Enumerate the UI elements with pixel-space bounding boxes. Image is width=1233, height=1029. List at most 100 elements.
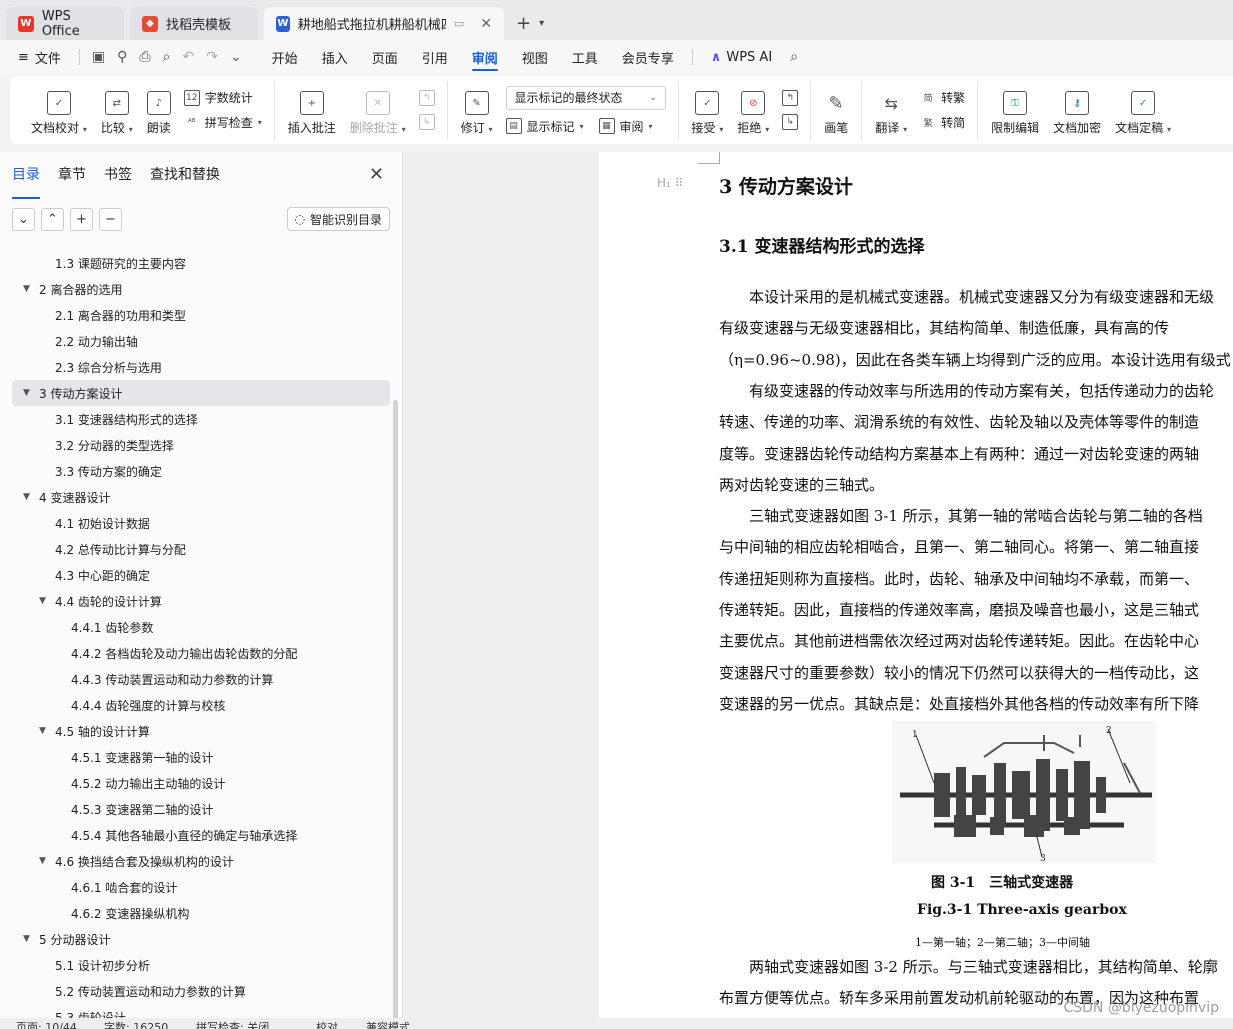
spell-check-status[interactable]: 拼写检查: 关闭 bbox=[196, 1019, 269, 1029]
expand-toggle-icon[interactable]: ▼ bbox=[39, 856, 46, 866]
print-icon[interactable]: ⎙ bbox=[133, 49, 156, 65]
toc-item[interactable]: 4.1 初始设计数据 bbox=[12, 510, 390, 536]
doc-check-button[interactable]: ✓ 文档校对 ▾ bbox=[24, 84, 94, 136]
track-changes-button[interactable]: ✎ 修订 ▾ bbox=[454, 84, 500, 136]
toc-item[interactable]: ▼ 5 分动器设计 bbox=[12, 926, 390, 952]
collapse-up-icon[interactable]: ⌃ bbox=[41, 207, 64, 231]
more-chevron-icon[interactable]: ⌄ bbox=[224, 49, 248, 65]
translate-button[interactable]: ⇆ 翻译 ▾ bbox=[868, 84, 914, 136]
remove-level-icon[interactable]: − bbox=[99, 207, 122, 231]
tab-docer[interactable]: ◆ 找稻壳模板 bbox=[130, 7, 258, 40]
display-state-select[interactable]: 显示标记的最终状态 ⌄ bbox=[505, 85, 666, 110]
tab-list-chevron-icon[interactable]: ▾ bbox=[539, 18, 544, 29]
toc-item[interactable]: 4.4.4 齿轮强度的计算与校核 bbox=[12, 692, 390, 718]
document-page[interactable]: H₁ ⠿ 3 传动方案设计 3.1 变速器结构形式的选择 本设计采用的是机械式变… bbox=[599, 152, 1233, 1018]
monitor-icon[interactable]: ▭ bbox=[454, 17, 464, 30]
next-comment-icon[interactable]: ↳ bbox=[418, 114, 435, 130]
insert-comment-button[interactable]: + 插入批注 bbox=[281, 84, 343, 136]
search-icon[interactable]: ⌕ bbox=[784, 49, 804, 65]
toc-item[interactable]: ▼ 4.5 轴的设计计算 bbox=[12, 718, 390, 744]
prev-change-icon[interactable]: ↰ bbox=[782, 90, 799, 106]
restrict-edit-button[interactable]: ⚿ 限制编辑 bbox=[984, 84, 1046, 136]
menu-insert[interactable]: 插入 bbox=[310, 40, 360, 74]
expand-toggle-icon[interactable]: ▼ bbox=[23, 492, 30, 502]
print-preview-icon[interactable]: ⌕ bbox=[157, 49, 177, 65]
menu-home[interactable]: 开始 bbox=[260, 40, 310, 74]
expand-toggle-icon[interactable]: ▼ bbox=[39, 726, 46, 736]
add-level-icon[interactable]: + bbox=[70, 207, 93, 231]
nav-tab-sections[interactable]: 章节 bbox=[58, 164, 86, 192]
nav-tab-bookmarks[interactable]: 书签 bbox=[104, 164, 132, 192]
toc-item[interactable]: 2.3 综合分析与选用 bbox=[12, 354, 390, 380]
toc-item[interactable]: 2.2 动力输出轴 bbox=[12, 328, 390, 354]
toc-item[interactable]: 4.4.1 齿轮参数 bbox=[12, 614, 390, 640]
toc-item[interactable]: 3.1 变速器结构形式的选择 bbox=[12, 406, 390, 432]
new-tab-icon[interactable]: + bbox=[516, 13, 531, 34]
toc-item[interactable]: 4.2 总传动比计算与分配 bbox=[12, 536, 390, 562]
close-tab-icon[interactable]: ✕ bbox=[480, 16, 492, 32]
toc-item[interactable]: ▼ 3 传动方案设计 bbox=[12, 380, 390, 406]
toc-item[interactable]: 2.1 离合器的功用和类型 bbox=[12, 302, 390, 328]
heading-handle-icon[interactable]: H₁ ⠿ bbox=[657, 176, 683, 190]
toc-item[interactable]: ▼ 4.4 齿轮的设计计算 bbox=[12, 588, 390, 614]
toc-item[interactable]: ▼ 4 变速器设计 bbox=[12, 484, 390, 510]
close-icon[interactable]: ✕ bbox=[369, 164, 384, 185]
toc-item[interactable]: 4.5.1 变速器第一轴的设计 bbox=[12, 744, 390, 770]
review-pane-button[interactable]: ▦ 审阅 ▾ bbox=[598, 118, 653, 135]
expand-toggle-icon[interactable]: ▼ bbox=[23, 284, 30, 294]
toc-item[interactable]: 4.5.2 动力输出主动轴的设计 bbox=[12, 770, 390, 796]
save-icon[interactable]: ▣ bbox=[86, 49, 111, 65]
menu-review[interactable]: 审阅 bbox=[460, 40, 510, 74]
proof-status[interactable]: 校对 bbox=[316, 1019, 338, 1029]
smart-toc-button[interactable]: ◌ 智能识别目录 bbox=[286, 207, 390, 231]
toc-item[interactable]: 3.3 传动方案的确定 bbox=[12, 458, 390, 484]
toc-item[interactable]: 5.1 设计初步分析 bbox=[12, 952, 390, 978]
accept-button[interactable]: ✓ 接受 ▾ bbox=[685, 84, 731, 136]
toc-item[interactable]: 4.5.4 其他各轴最小直径的确定与轴承选择 bbox=[12, 822, 390, 848]
collapse-down-icon[interactable]: ⌄ bbox=[12, 207, 35, 231]
delete-comment-button[interactable]: ✕ 删除批注 ▾ bbox=[343, 84, 413, 136]
next-change-icon[interactable]: ↳ bbox=[782, 114, 799, 130]
toc-item[interactable]: 4.4.3 传动装置运动和动力参数的计算 bbox=[12, 666, 390, 692]
menu-page[interactable]: 页面 bbox=[360, 40, 410, 74]
word-count-status[interactable]: 字数: 16250 bbox=[104, 1019, 168, 1029]
prev-comment-icon[interactable]: ↰ bbox=[418, 90, 435, 106]
toc-item[interactable]: 3.2 分动器的类型选择 bbox=[12, 432, 390, 458]
toc-item[interactable]: 5.2 传动装置运动和动力参数的计算 bbox=[12, 978, 390, 1004]
toc-item[interactable]: 1.3 课题研究的主要内容 bbox=[12, 250, 390, 276]
to-simplified-button[interactable]: 繁 转简 bbox=[920, 114, 966, 131]
toc-item[interactable]: ▼ 2 离合器的选用 bbox=[12, 276, 390, 302]
redo-icon[interactable]: ↷ bbox=[200, 49, 224, 65]
share-icon[interactable]: ⚲ bbox=[111, 49, 133, 65]
toc-item[interactable]: 4.3 中心距的确定 bbox=[12, 562, 390, 588]
scrollbar[interactable] bbox=[393, 400, 398, 1029]
spell-check-button[interactable]: ᴬᴮ 拼写检查 ▾ bbox=[184, 114, 262, 131]
menu-file[interactable]: ≡ 文件 bbox=[0, 40, 73, 74]
tab-wps-office[interactable]: W WPS Office bbox=[6, 7, 124, 40]
undo-icon[interactable]: ↶ bbox=[176, 49, 200, 65]
word-count-button[interactable]: 12 字数统计 bbox=[183, 89, 262, 106]
toc-item[interactable]: 4.4.2 各档齿轮及动力输出齿轮齿数的分配 bbox=[12, 640, 390, 666]
nav-tab-toc[interactable]: 目录 bbox=[12, 164, 40, 199]
menu-wps-ai[interactable]: ∧ WPS AI bbox=[699, 40, 784, 74]
toc-item[interactable]: ▼ 4.6 换挡结合套及操纵机构的设计 bbox=[12, 848, 390, 874]
toc-item[interactable]: 4.6.1 啮合套的设计 bbox=[12, 874, 390, 900]
menu-references[interactable]: 引用 bbox=[410, 40, 460, 74]
menu-tools[interactable]: 工具 bbox=[560, 40, 610, 74]
page-indicator[interactable]: 页面: 10/44 bbox=[16, 1019, 77, 1029]
pen-button[interactable]: ✎ 画笔 bbox=[817, 84, 855, 136]
expand-toggle-icon[interactable]: ▼ bbox=[39, 596, 46, 606]
show-markup-button[interactable]: ▤ 显示标记 ▾ bbox=[505, 118, 584, 135]
toc-item[interactable]: 4.6.2 变速器操纵机构 bbox=[12, 900, 390, 926]
menu-member[interactable]: 会员专享 bbox=[610, 40, 686, 74]
reject-button[interactable]: ⊘ 拒绝 ▾ bbox=[730, 84, 776, 136]
toc-item[interactable]: 4.5.3 变速器第二轴的设计 bbox=[12, 796, 390, 822]
to-traditional-button[interactable]: 简 转繁 bbox=[920, 89, 966, 106]
finalize-button[interactable]: ✓ 文档定稿 ▾ bbox=[1108, 84, 1178, 136]
menu-view[interactable]: 视图 bbox=[510, 40, 560, 74]
compare-button[interactable]: ⇄ 比较 ▾ bbox=[94, 84, 140, 136]
nav-tab-find-replace[interactable]: 查找和替换 bbox=[150, 164, 220, 192]
encrypt-button[interactable]: ⚷ 文档加密 bbox=[1046, 84, 1108, 136]
read-aloud-button[interactable]: ♪ 朗读 bbox=[140, 84, 178, 136]
expand-toggle-icon[interactable]: ▼ bbox=[23, 934, 30, 944]
